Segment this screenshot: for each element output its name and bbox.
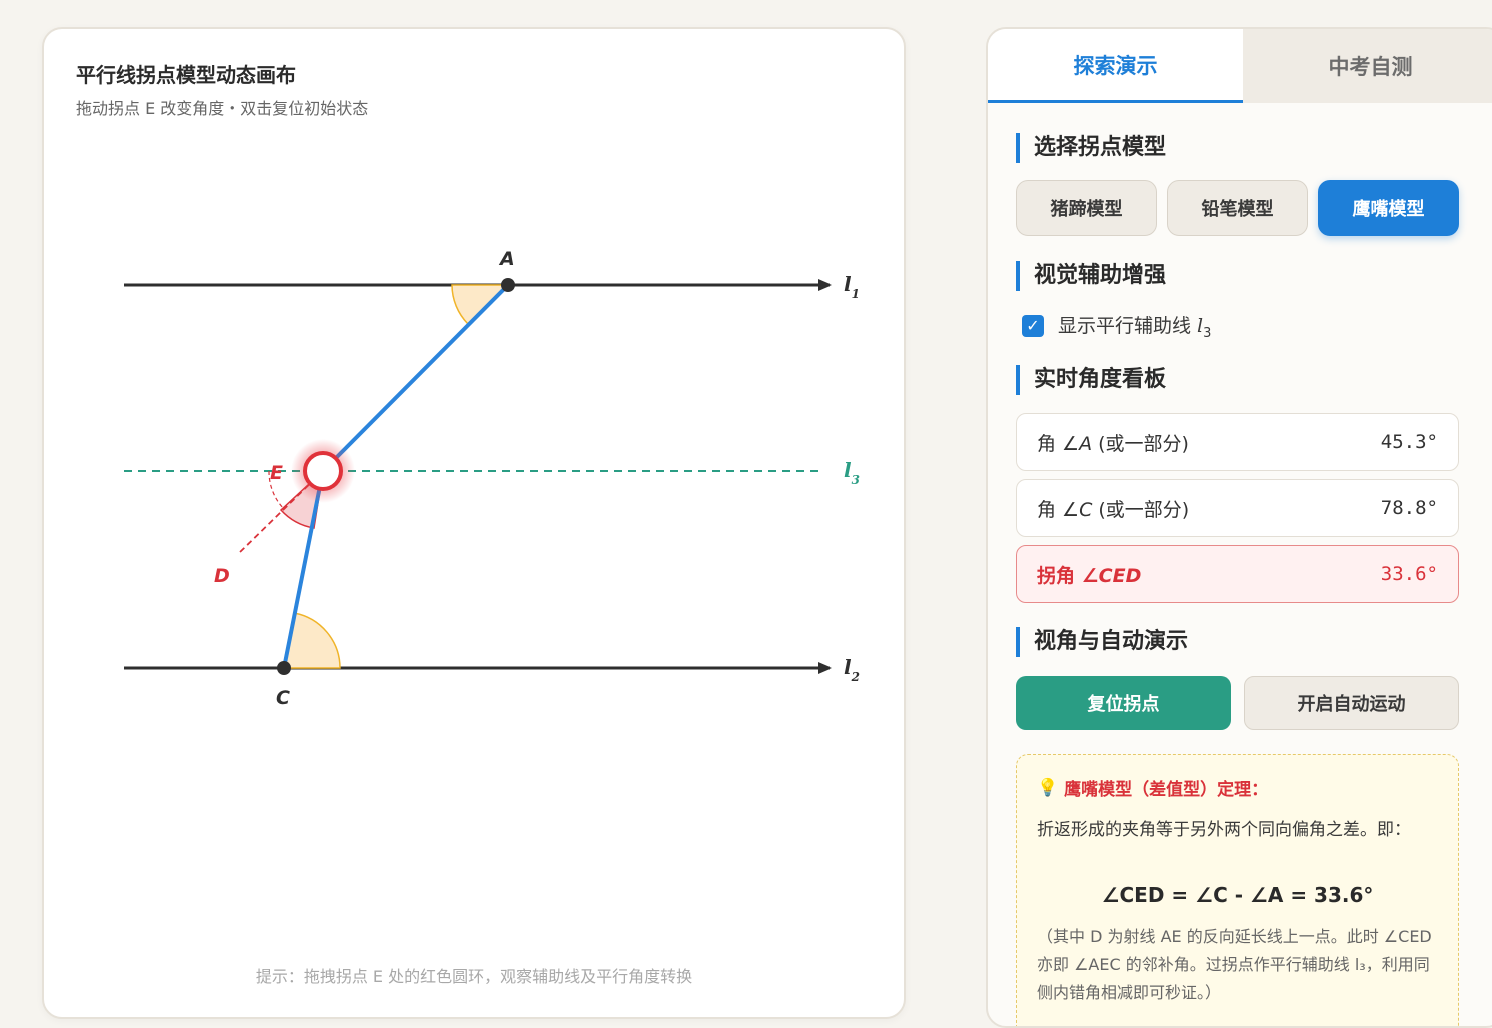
- angle-ced-label: 拐角 ∠CED: [1037, 564, 1142, 587]
- theorem-title: 💡 鹰嘴模型（差值型）定理：: [1037, 775, 1438, 801]
- model-button-pig-hoof[interactable]: 猪蹄模型: [1016, 180, 1157, 236]
- angle-row-c: 角 ∠C (或一部分) 78.8°: [1016, 479, 1459, 537]
- reset-point-button[interactable]: 复位拐点: [1016, 676, 1231, 730]
- angle-ced-value: 33.6°: [1380, 563, 1438, 585]
- angle-c-label: 角 ∠C (或一部分): [1037, 498, 1190, 521]
- control-panel: 探索演示 中考自测 选择拐点模型 猪蹄模型 铅笔模型 鹰嘴模型 视觉辅助增强 ✓…: [986, 27, 1492, 1028]
- angle-c-value: 78.8°: [1380, 497, 1438, 519]
- section-dashboard-title: 实时角度看板: [1016, 365, 1166, 395]
- angle-a-value: 45.3°: [1380, 431, 1438, 453]
- theorem-body: 折返形成的夹角等于另外两个同向偏角之差。即：: [1037, 820, 1411, 840]
- angle-row-ced: 拐角 ∠CED 33.6°: [1016, 545, 1459, 603]
- point-c: [277, 661, 291, 675]
- lightbulb-icon: 💡: [1037, 777, 1059, 798]
- drag-handle-e[interactable]: [303, 451, 343, 491]
- theorem-formula: ∠CED = ∠C - ∠A = 33.6°: [1101, 883, 1374, 907]
- theorem-title-text: 鹰嘴模型（差值型）定理：: [1064, 780, 1269, 800]
- label-e: E: [270, 462, 283, 484]
- label-c: C: [276, 687, 290, 709]
- segment-ae: [321, 283, 510, 473]
- section-model-title: 选择拐点模型: [1016, 133, 1166, 163]
- geometry-canvas[interactable]: A C E D l1 l3 l2: [44, 29, 908, 1019]
- theorem-note: （其中 D 为射线 AE 的反向延长线上一点。此时 ∠CED 亦即 ∠AEC 的…: [1037, 927, 1432, 1002]
- angle-a-label: 角 ∠A (或一部分): [1037, 432, 1189, 455]
- tab-explore[interactable]: 探索演示: [988, 29, 1243, 103]
- section-visual-title: 视觉辅助增强: [1016, 261, 1166, 291]
- model-button-eagle-beak[interactable]: 鹰嘴模型: [1318, 180, 1459, 236]
- canvas-card: 平行线拐点模型动态画布 拖动拐点 E 改变角度・双击复位初始状态 A C E D…: [42, 27, 906, 1019]
- aux-line-toggle[interactable]: ✓ 显示平行辅助线 l3: [1022, 311, 1211, 341]
- tab-self-test[interactable]: 中考自测: [1243, 29, 1492, 103]
- canvas-hint: 提示：拖拽拐点 E 处的红色圆环，观察辅助线及平行角度转换: [255, 967, 693, 986]
- section-view-title: 视角与自动演示: [1016, 627, 1188, 657]
- label-l2: l2: [844, 655, 860, 684]
- label-l1: l1: [844, 272, 860, 301]
- aux-line-toggle-label: 显示平行辅助线 l3: [1058, 315, 1212, 341]
- label-a: A: [498, 248, 515, 270]
- tab-bar: 探索演示 中考自测: [988, 29, 1492, 103]
- point-a: [501, 278, 515, 292]
- label-d: D: [214, 565, 230, 587]
- theorem-box: 💡 鹰嘴模型（差值型）定理： 折返形成的夹角等于另外两个同向偏角之差。即： ∠C…: [1016, 754, 1459, 1026]
- angle-row-a: 角 ∠A (或一部分) 45.3°: [1016, 413, 1459, 471]
- model-button-pencil[interactable]: 铅笔模型: [1167, 180, 1308, 236]
- checkbox-icon[interactable]: ✓: [1022, 314, 1044, 337]
- auto-motion-button[interactable]: 开启自动运动: [1244, 676, 1459, 730]
- label-l3: l3: [844, 458, 860, 487]
